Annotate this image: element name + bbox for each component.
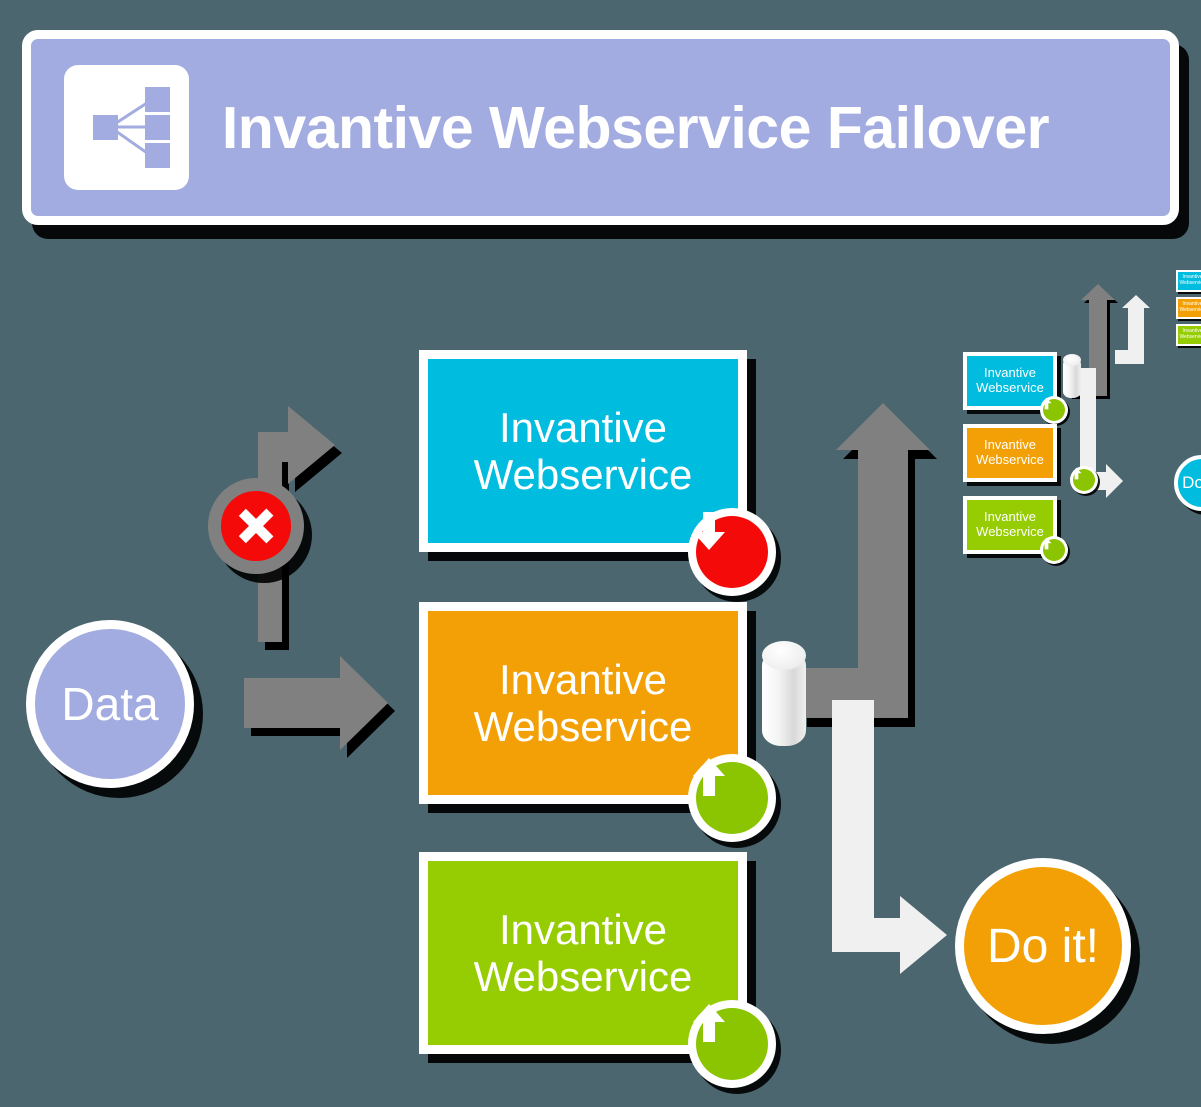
arrow-up-icon xyxy=(1071,467,1095,491)
level2-service-1-label-line2: Webservice xyxy=(976,380,1044,395)
level2-status-badge-1[interactable] xyxy=(1040,396,1068,424)
level2-service-1-label-line1: Invantive xyxy=(983,365,1037,381)
level2-status-badge-2[interactable] xyxy=(1070,466,1098,494)
level2-service-3-label-line1: Invantive xyxy=(983,509,1037,525)
level2-service-2-label-line1: Invantive xyxy=(983,437,1037,453)
arrow-up-icon xyxy=(1041,397,1065,421)
level3-service-3-label-line2: Webservice xyxy=(1179,334,1201,340)
level2-service-2-label-line2: Webservice xyxy=(976,452,1044,467)
level2-do-it-label: Do it! xyxy=(1182,473,1201,492)
level3-feed-arrow xyxy=(1115,295,1150,364)
level3-service-1-label-line2: Webservice xyxy=(1179,280,1201,286)
level3-service-box-1[interactable]: Invantive Webservice xyxy=(1176,270,1201,292)
diagram-canvas: Invantive Webservice Failover Data Invan… xyxy=(0,0,1201,1107)
level2-status-badge-3[interactable] xyxy=(1040,536,1068,564)
arrow-up-icon xyxy=(1041,537,1065,561)
level3-service-2-label-line2: Webservice xyxy=(1179,307,1201,313)
level2-service-box-2[interactable]: Invantive Webservice xyxy=(963,424,1057,482)
level3-service-box-2[interactable]: Invantive Webservice xyxy=(1176,297,1201,319)
level2-load-balancer-cylinder xyxy=(1063,354,1081,398)
level2-service-3-label-line2: Webservice xyxy=(976,524,1044,539)
level3-service-box-3[interactable]: Invantive Webservice xyxy=(1176,324,1201,346)
